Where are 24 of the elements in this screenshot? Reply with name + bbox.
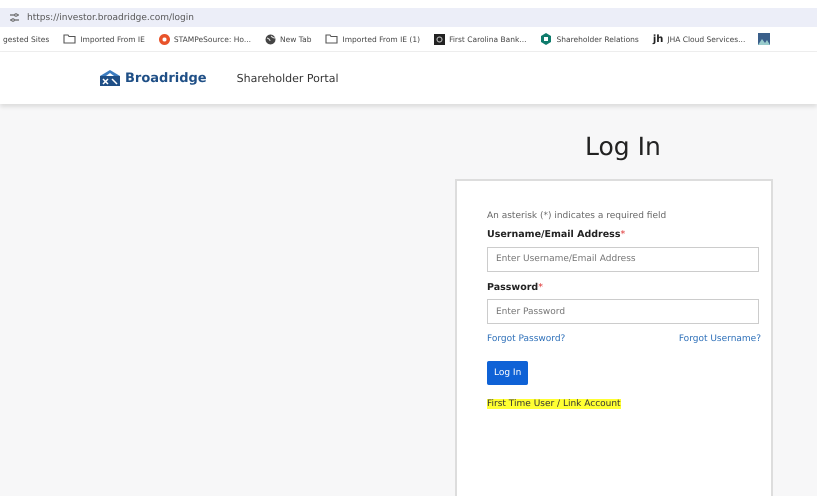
- logo-icon: [100, 70, 120, 86]
- field-label: Password*: [487, 282, 544, 292]
- globe-icon: [265, 34, 276, 44]
- square-icon: [434, 34, 446, 44]
- field-label: Username/Email Address*: [487, 229, 626, 240]
- brand-name[interactable]: Broadridge: [125, 70, 207, 86]
- login-button[interactable]: Log In: [487, 361, 528, 385]
- portal-title: Shareholder Portal: [236, 72, 338, 84]
- url-text: https://investor.broadridge.com/login: [27, 12, 194, 22]
- image-icon[interactable]: [758, 33, 770, 45]
- forgot-link[interactable]: Forgot Username?: [678, 334, 761, 344]
- page-title: Log In: [585, 132, 661, 161]
- site-info-icon[interactable]: [10, 13, 19, 22]
- folder-icon: [63, 34, 76, 44]
- required-note: An asterisk (*) indicates a required field: [487, 211, 668, 221]
- circle-icon: [158, 34, 170, 44]
- hexagon-icon: [540, 33, 552, 45]
- address-bar[interactable]: https://investor.broadridge.com/login: [0, 8, 817, 27]
- first-time-link[interactable]: First Time User / Link Account: [487, 399, 621, 409]
- input-field[interactable]: Enter Username/Email Address: [487, 246, 759, 272]
- input-field[interactable]: Enter Password: [487, 299, 759, 324]
- logo-text: jh: [652, 34, 664, 44]
- forgot-link[interactable]: Forgot Password?: [487, 334, 566, 344]
- folder-icon: [325, 34, 338, 44]
